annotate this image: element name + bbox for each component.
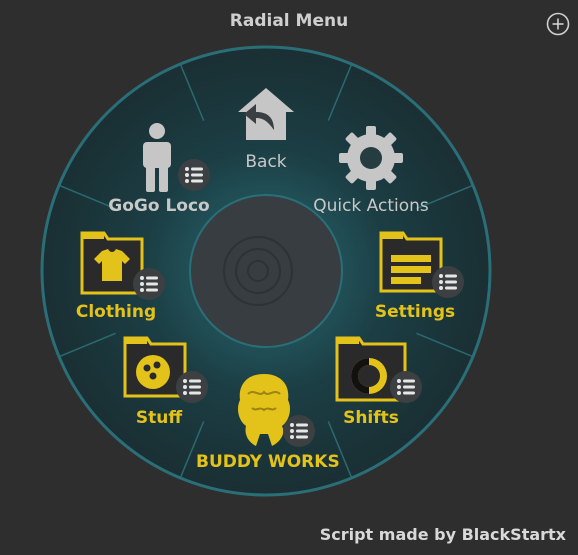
submenu-list-icon bbox=[432, 266, 464, 298]
menu-item-label: Stuff bbox=[135, 408, 183, 428]
footer-credit: Script made by BlackStartx bbox=[319, 525, 566, 544]
menu-item-label: Settings bbox=[374, 302, 456, 322]
menu-item-quick-actions[interactable]: Quick Actions bbox=[301, 118, 441, 228]
submenu-list-icon bbox=[283, 415, 315, 447]
submenu-list-icon bbox=[390, 371, 422, 403]
menu-item-stuff[interactable]: Stuff bbox=[89, 330, 229, 440]
submenu-list-icon bbox=[133, 268, 165, 300]
menu-item-settings[interactable]: Settings bbox=[345, 225, 485, 335]
gear-icon bbox=[339, 126, 403, 190]
home-back-arrow-icon bbox=[238, 88, 294, 140]
menu-item-clothing[interactable]: Clothing bbox=[46, 225, 186, 335]
submenu-list-icon bbox=[176, 371, 208, 403]
menu-item-label: BUDDY WORKS bbox=[196, 452, 340, 472]
menu-item-label: Clothing bbox=[75, 302, 157, 322]
menu-item-gogo-loco[interactable]: GoGo Loco bbox=[89, 118, 229, 228]
menu-item-label: Quick Actions bbox=[313, 196, 429, 216]
submenu-list-icon bbox=[178, 159, 210, 191]
person-icon bbox=[143, 123, 171, 192]
menu-item-label: GoGo Loco bbox=[108, 196, 210, 216]
